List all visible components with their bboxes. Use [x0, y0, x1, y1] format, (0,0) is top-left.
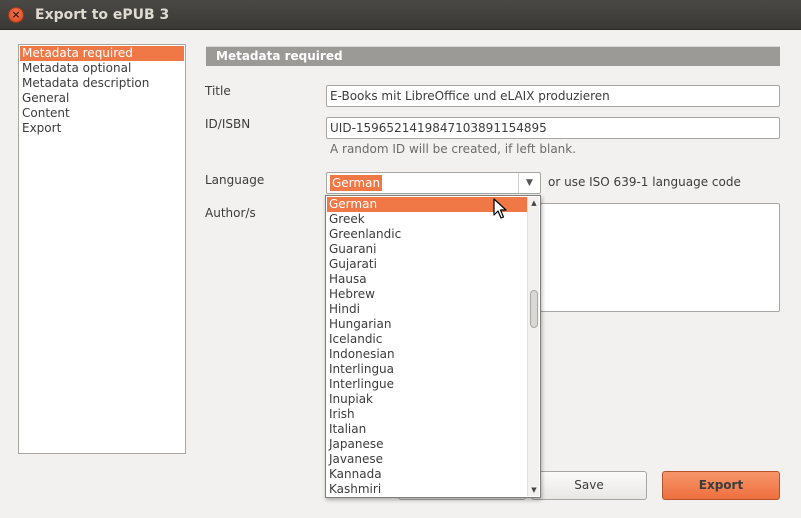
window-titlebar: × Export to ePUB 3: [0, 0, 801, 30]
mouse-pointer-icon: [493, 198, 507, 219]
id-hint-text: A random ID will be created, if left bla…: [330, 142, 577, 156]
id-isbn-input[interactable]: UID-1596521419847103891154895: [326, 117, 780, 139]
sidebar-item-metadata-required[interactable]: Metadata required: [20, 46, 184, 61]
language-option[interactable]: Hebrew: [327, 287, 527, 302]
authors-textarea[interactable]: [540, 203, 780, 312]
save-button[interactable]: Save: [531, 471, 647, 500]
language-label: Language: [205, 173, 265, 187]
scroll-down-icon[interactable]: ▼: [528, 484, 540, 496]
language-option[interactable]: Interlingua: [327, 362, 527, 377]
close-icon[interactable]: ×: [8, 7, 24, 23]
authors-label: Author/s: [205, 206, 256, 220]
window-title: Export to ePUB 3: [35, 7, 170, 23]
language-option[interactable]: Hausa: [327, 272, 527, 287]
sidebar-item-metadata-description[interactable]: Metadata description: [20, 76, 184, 91]
title-label: Title: [205, 84, 231, 98]
title-input[interactable]: E-Books mit LibreOffice und eLAIX produz…: [326, 85, 780, 107]
language-code-hint: or use ISO 639-1 language code: [548, 175, 741, 189]
language-option[interactable]: Kannada: [327, 467, 527, 482]
dropdown-scrollbar[interactable]: ▲ ▼: [527, 197, 539, 496]
language-option[interactable]: Indonesian: [327, 347, 527, 362]
language-option[interactable]: Javanese: [327, 452, 527, 467]
sidebar-item-content[interactable]: Content: [20, 106, 184, 121]
sidebar-nav: Metadata required Metadata optional Meta…: [18, 44, 186, 454]
language-option[interactable]: Hindi: [327, 302, 527, 317]
language-option[interactable]: Greenlandic: [327, 227, 527, 242]
sidebar-item-metadata-optional[interactable]: Metadata optional: [20, 61, 184, 76]
sidebar-item-export[interactable]: Export: [20, 121, 184, 136]
sidebar-item-general[interactable]: General: [20, 91, 184, 106]
language-dropdown-list: German Greek Greenlandic Guarani Gujarat…: [325, 195, 541, 498]
export-button[interactable]: Export: [662, 471, 780, 500]
language-option[interactable]: Inupiak: [327, 392, 527, 407]
language-option[interactable]: Kashmiri: [327, 482, 527, 497]
language-option[interactable]: Irish: [327, 407, 527, 422]
language-selected-value: German: [330, 175, 383, 191]
scrollbar-thumb[interactable]: [530, 290, 538, 328]
scroll-up-icon[interactable]: ▲: [528, 197, 540, 209]
language-select[interactable]: German ▼: [326, 172, 541, 194]
chevron-down-icon[interactable]: ▼: [518, 173, 540, 193]
language-option[interactable]: Hungarian: [327, 317, 527, 332]
language-option[interactable]: Interlingue: [327, 377, 527, 392]
language-option[interactable]: Japanese: [327, 437, 527, 452]
language-option[interactable]: Icelandic: [327, 332, 527, 347]
id-isbn-label: ID/ISBN: [205, 117, 251, 131]
language-option[interactable]: Italian: [327, 422, 527, 437]
section-header: Metadata required: [206, 46, 780, 66]
language-option[interactable]: Gujarati: [327, 257, 527, 272]
language-option[interactable]: Guarani: [327, 242, 527, 257]
